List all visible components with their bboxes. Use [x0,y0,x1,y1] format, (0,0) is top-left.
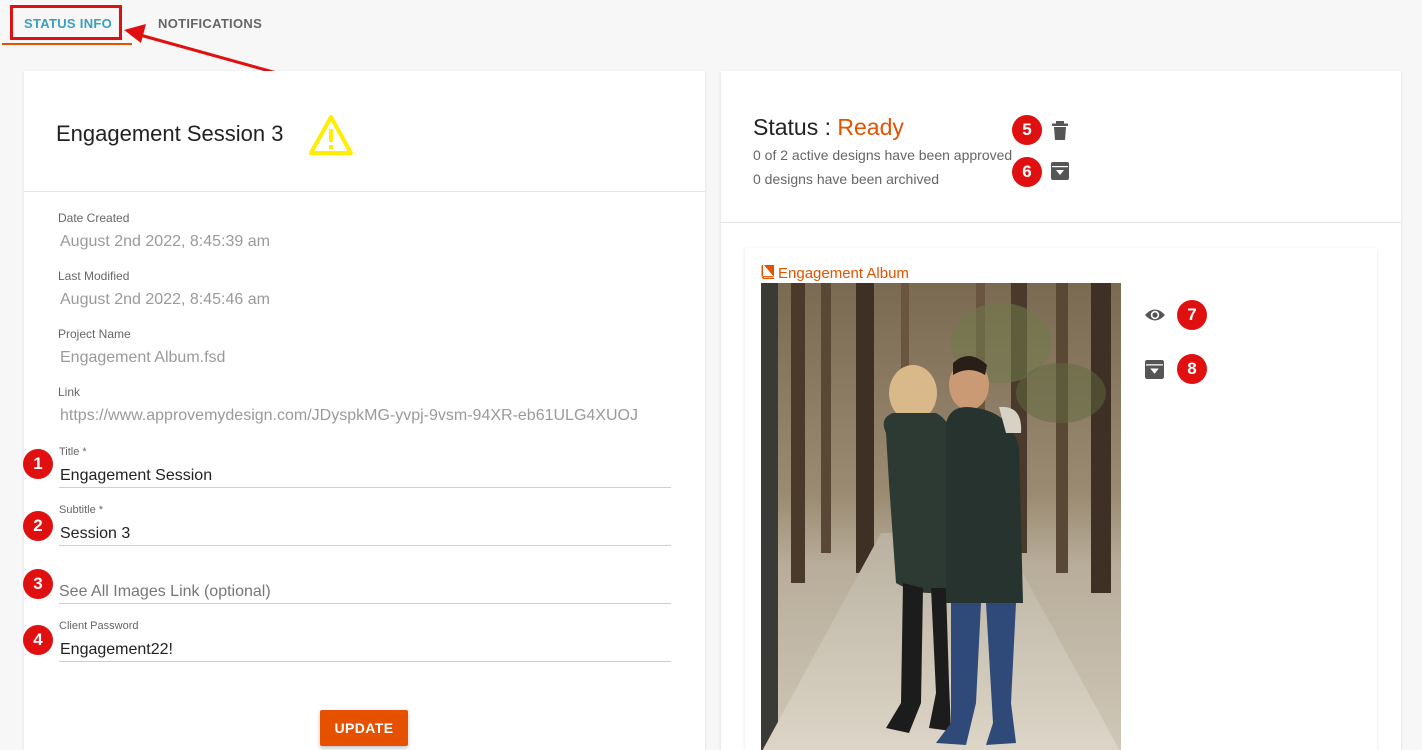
approved-count-text: 0 of 2 active designs have been approved [753,147,1013,163]
annotation-badge-6: 6 [1012,157,1042,187]
update-button[interactable]: UPDATE [320,710,408,746]
annotation-badge-1: 1 [23,449,53,479]
session-info-card: Engagement Session 3 Date Created August… [24,71,705,750]
client-password-input[interactable]: Engagement22! [60,641,173,659]
status-header: Status : Ready 0 of 2 active designs hav… [721,71,1401,223]
client-password-field[interactable]: Client Password Engagement22! [59,620,671,662]
design-title-text: Engagement Album [778,265,909,282]
link-label: Link [58,385,81,399]
eye-icon[interactable] [1144,307,1166,323]
see-all-images-input[interactable]: See All Images Link (optional) [59,583,271,601]
annotation-badge-3: 3 [23,569,53,599]
project-name-value: Engagement Album.fsd [60,349,226,366]
book-icon [761,265,774,279]
archived-count-text: 0 designs have been archived [753,171,940,187]
last-modified-value: August 2nd 2022, 8:45:46 am [60,291,270,308]
annotation-badge-5: 5 [1012,115,1042,145]
date-created-label: Date Created [58,211,130,225]
annotation-badge-2: 2 [23,511,53,541]
client-password-label: Client Password [59,620,139,632]
archive-design-icon[interactable] [1145,360,1164,379]
link-value[interactable]: https://www.approvemydesign.com/JDyspkMG… [60,407,638,425]
archive-icon[interactable] [1051,162,1069,180]
title-input[interactable]: Engagement Session [60,467,212,485]
trash-icon[interactable] [1052,121,1068,141]
status-line: Status : Ready [753,114,904,141]
project-name-label: Project Name [58,327,131,341]
subtitle-label: Subtitle * [59,504,104,516]
title-label: Title * [59,446,87,458]
status-prefix: Status : [753,114,838,140]
subtitle-field[interactable]: Subtitle * Session 3 [59,504,671,546]
last-modified-label: Last Modified [58,269,130,283]
design-title[interactable]: Engagement Album [761,265,909,282]
design-card: Engagement Album [745,248,1377,750]
status-card: Status : Ready 0 of 2 active designs hav… [721,71,1401,750]
subtitle-input[interactable]: Session 3 [60,525,130,543]
title-field[interactable]: Title * Engagement Session [59,446,671,488]
engagement-photo [761,283,1121,750]
annotation-badge-8: 8 [1177,354,1207,384]
annotation-badge-4: 4 [23,625,53,655]
session-header: Engagement Session 3 [24,71,705,192]
date-created-value: August 2nd 2022, 8:45:39 am [60,233,270,250]
annotation-badge-7: 7 [1177,300,1207,330]
see-all-images-field[interactable]: See All Images Link (optional) [59,566,671,604]
session-title: Engagement Session 3 [56,121,284,146]
status-value: Ready [837,114,904,140]
warning-icon [309,115,353,155]
